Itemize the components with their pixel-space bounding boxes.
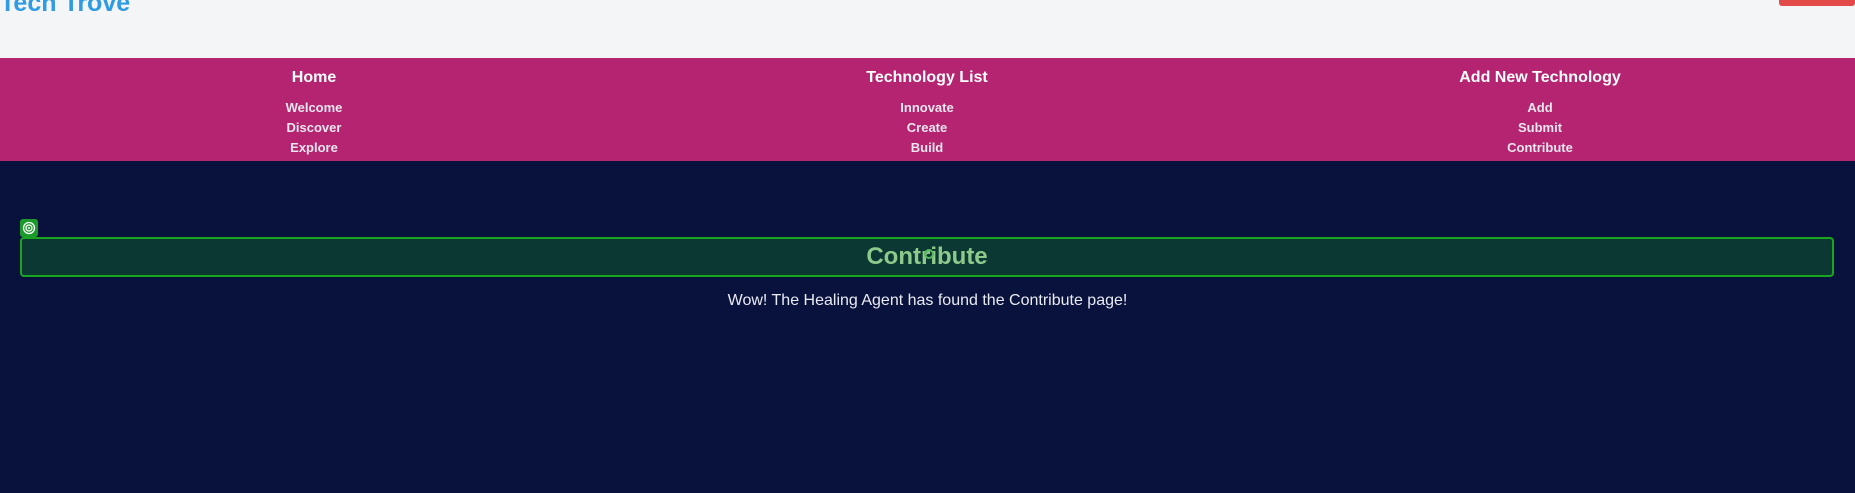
nav-add-new-technology-links: Add Submit Contribute	[1380, 98, 1700, 158]
nav-column-technology-list: Technology List Innovate Create Build	[767, 58, 1087, 158]
nav-home-links: Welcome Discover Explore	[154, 98, 474, 158]
nav-link-welcome[interactable]: Welcome	[154, 98, 474, 118]
nav-link-submit[interactable]: Submit	[1380, 118, 1700, 138]
cursor-indicator	[924, 249, 934, 259]
target-icon[interactable]	[20, 219, 38, 237]
status-message: Wow! The Healing Agent has found the Con…	[727, 292, 1128, 309]
nav-link-add[interactable]: Add	[1380, 98, 1700, 118]
nav-link-explore[interactable]: Explore	[154, 138, 474, 158]
nav-home[interactable]: Home	[154, 68, 474, 88]
nav-technology-list[interactable]: Technology List	[767, 68, 1087, 88]
nav-link-innovate[interactable]: Innovate	[767, 98, 1087, 118]
top-header: Tech Trove	[0, 0, 1855, 58]
nav-link-create[interactable]: Create	[767, 118, 1087, 138]
nav-technology-list-links: Innovate Create Build	[767, 98, 1087, 158]
main-content: Contribute Wow! The Healing Agent has fo…	[0, 161, 1855, 493]
main-navigation: Home Welcome Discover Explore Technology…	[0, 58, 1855, 161]
nav-link-discover[interactable]: Discover	[154, 118, 474, 138]
nav-add-new-technology[interactable]: Add New Technology	[1380, 68, 1700, 88]
brand-logo[interactable]: Tech Trove	[0, 0, 130, 18]
nav-link-contribute[interactable]: Contribute	[1380, 138, 1700, 158]
nav-column-home: Home Welcome Discover Explore	[154, 58, 474, 158]
nav-link-build[interactable]: Build	[767, 138, 1087, 158]
header-action-button[interactable]	[1779, 0, 1855, 6]
nav-column-add-new-technology: Add New Technology Add Submit Contribute	[1380, 58, 1700, 158]
